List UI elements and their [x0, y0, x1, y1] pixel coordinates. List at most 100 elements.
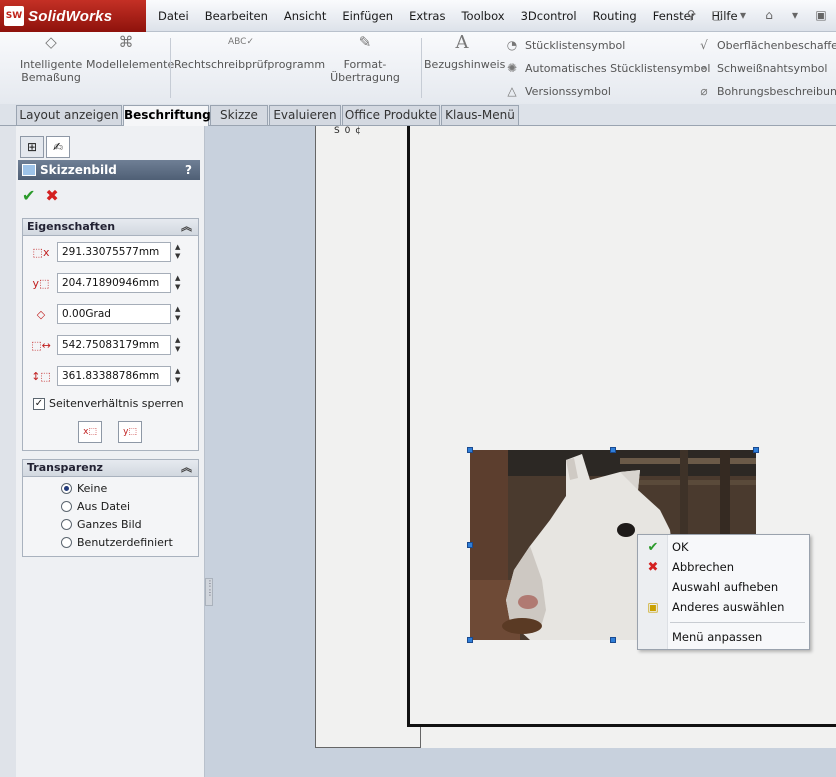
- spinner[interactable]: ▲ ▼: [175, 243, 187, 261]
- context-menu: ✔ OK ✖ Abbrechen Auswahl aufheben ▣ Ande…: [637, 534, 810, 650]
- hole-callout-icon: ⌀: [700, 84, 708, 98]
- command-tabs: Layout anzeigen Beschriftung Skizze Eval…: [0, 104, 836, 126]
- tab-office-produkte[interactable]: Office Produkte: [342, 105, 440, 125]
- help-button[interactable]: ?: [185, 163, 192, 177]
- eigenschaften-header[interactable]: Eigenschaften ︽: [23, 219, 198, 236]
- menu-routing[interactable]: Routing: [585, 9, 645, 23]
- property-manager: ⊞ ✍ Skizzenbild ? ✔ ✖ Eigenschaften ︽ ⬚x…: [16, 126, 205, 777]
- flip-horizontal-button[interactable]: x⬚: [78, 421, 102, 443]
- command-manager: ◇ Intelligente Bemaßung ⌘ Modellelemente…: [0, 32, 836, 104]
- menu-item-menu-anpassen[interactable]: Menü anpassen: [638, 627, 809, 647]
- feature-tree-tab[interactable]: ⊞: [20, 136, 44, 158]
- y-position-field[interactable]: 204.71890946mm: [57, 273, 171, 293]
- collapse-icon: ︽: [181, 461, 192, 474]
- hole-callout-button[interactable]: ⌀ Bohrungsbeschreibung: [696, 84, 836, 98]
- flip-vertical-button[interactable]: y⬚: [118, 421, 142, 443]
- lock-aspect-checkbox[interactable]: ✓ Seitenverhältnis sperren: [33, 397, 184, 410]
- height-field[interactable]: 361.83388786mm: [57, 366, 171, 386]
- open-folder-icon[interactable]: ⌂: [758, 4, 780, 26]
- sheet-outer-border: [316, 126, 420, 748]
- radio-keine[interactable]: Keine: [61, 482, 107, 495]
- app-logo[interactable]: SW SolidWorks: [0, 0, 146, 32]
- menu-item-abbrechen[interactable]: ✖ Abbrechen: [638, 557, 809, 577]
- spinner[interactable]: ▲ ▼: [175, 367, 187, 385]
- spell-check-icon: ABC✓: [228, 37, 254, 47]
- tab-beschriftung[interactable]: Beschriftung: [123, 105, 211, 126]
- radio-benutzerdefiniert[interactable]: Benutzerdefiniert: [61, 536, 173, 549]
- note-button[interactable]: A Bezugshinweis: [424, 34, 505, 72]
- tab-skizze[interactable]: Skizze: [210, 105, 268, 125]
- width-row: ⬚↔ 542.75083179mm ▲ ▼: [25, 334, 187, 356]
- dropdown-icon[interactable]: ▾: [732, 4, 754, 26]
- surface-finish-icon: √: [700, 38, 708, 52]
- graphics-area[interactable]: S 0 ¢: [205, 126, 836, 777]
- left-strip: [0, 126, 16, 777]
- cancel-cross-icon[interactable]: ✖: [45, 186, 58, 205]
- sheet-tick: [420, 726, 421, 748]
- smart-dimension-button[interactable]: ◇ Intelligente Bemaßung: [20, 35, 82, 85]
- tab-evaluieren[interactable]: Evaluieren: [269, 105, 341, 125]
- ok-check-icon[interactable]: ✔: [22, 186, 35, 205]
- menu-einfuegen[interactable]: Einfügen: [334, 9, 401, 23]
- eigenschaften-group: Eigenschaften ︽ ⬚x 291.33075577mm ▲ ▼ y⬚ …: [22, 218, 199, 451]
- resize-handle[interactable]: [467, 637, 473, 643]
- menu-ansicht[interactable]: Ansicht: [276, 9, 334, 23]
- property-manager-tab[interactable]: ✍: [46, 136, 70, 158]
- menu-item-auswahl-aufheben[interactable]: Auswahl aufheben: [638, 577, 809, 597]
- format-painter-button[interactable]: ✎ Format-Übertragung: [312, 33, 418, 85]
- balloon-button[interactable]: ◔ Stücklistensymbol: [504, 38, 626, 52]
- panel-title-bar: Skizzenbild ?: [18, 160, 200, 180]
- resize-handle[interactable]: [467, 447, 473, 453]
- property-manager-icon: ✍: [52, 140, 64, 154]
- radio-icon: [61, 537, 72, 548]
- pin-icon[interactable]: ⚲: [680, 4, 702, 26]
- weld-symbol-button[interactable]: ⌁ Schweißnahtsymbol: [696, 61, 827, 75]
- tab-layout-anzeigen[interactable]: Layout anzeigen: [16, 105, 122, 125]
- spinner[interactable]: ▲ ▼: [175, 305, 187, 323]
- resize-handle[interactable]: [753, 447, 759, 453]
- menu-bar: SW SolidWorks Datei Bearbeiten Ansicht E…: [0, 0, 836, 32]
- transparenz-header[interactable]: Transparenz ︽: [23, 460, 198, 477]
- balloon-icon: ◔: [506, 38, 518, 52]
- menu-toolbox[interactable]: Toolbox: [453, 9, 512, 23]
- check-icon: ✔: [647, 539, 659, 555]
- resize-handle[interactable]: [467, 542, 473, 548]
- height-icon: ↕⬚: [31, 369, 51, 383]
- surface-finish-button[interactable]: √ Oberflächenbeschaffenheit: [696, 38, 836, 52]
- width-field[interactable]: 542.75083179mm: [57, 335, 171, 355]
- drawing-sheet[interactable]: S 0 ¢: [315, 126, 836, 748]
- select-other-icon: ▣: [647, 600, 659, 614]
- angle-row: ◇ 0.00Grad ▲ ▼: [25, 303, 187, 325]
- menu-extras[interactable]: Extras: [401, 9, 453, 23]
- menu-item-anderes-auswaehlen[interactable]: ▣ Anderes auswählen: [638, 597, 809, 617]
- format-painter-icon: ✎: [358, 33, 372, 51]
- new-document-icon[interactable]: ▢: [706, 4, 728, 26]
- model-items-icon: ⌘: [118, 33, 134, 51]
- radio-ganzes-bild[interactable]: Ganzes Bild: [61, 518, 142, 531]
- x-position-field[interactable]: 291.33075577mm: [57, 242, 171, 262]
- dropdown-icon[interactable]: ▾: [784, 4, 806, 26]
- model-items-button[interactable]: ⌘ Modellelemente: [86, 33, 174, 72]
- menu-bearbeiten[interactable]: Bearbeiten: [197, 9, 276, 23]
- spell-check-button[interactable]: ABC✓ Rechtschreibprüfprogramm: [174, 36, 325, 71]
- resize-handle[interactable]: [610, 447, 616, 453]
- logo-badge: SW: [4, 6, 24, 26]
- angle-icon: ◇: [36, 307, 46, 321]
- spinner[interactable]: ▲ ▼: [175, 274, 187, 292]
- y-position-icon: y⬚: [32, 276, 50, 290]
- menu-item-ok[interactable]: ✔ OK: [638, 537, 809, 557]
- auto-balloon-button[interactable]: ✺ Automatisches Stücklistensymbol: [504, 61, 710, 75]
- resize-handle[interactable]: [610, 637, 616, 643]
- radio-selected-icon: [61, 483, 72, 494]
- menu-3dcontrol[interactable]: 3Dcontrol: [513, 9, 585, 23]
- panel-splitter[interactable]: ⋮ ⋮: [205, 578, 214, 606]
- spinner[interactable]: ▲ ▼: [175, 336, 187, 354]
- revision-symbol-button[interactable]: △ Versionssymbol: [504, 84, 611, 98]
- radio-aus-datei[interactable]: Aus Datei: [61, 500, 130, 513]
- menu-datei[interactable]: Datei: [150, 9, 197, 23]
- checkbox-checked-icon: ✓: [33, 397, 45, 410]
- tab-klaus-menu[interactable]: Klaus-Menü: [441, 105, 519, 125]
- save-icon[interactable]: ▣: [810, 4, 832, 26]
- menu-separator: [670, 622, 805, 623]
- angle-field[interactable]: 0.00Grad: [57, 304, 171, 324]
